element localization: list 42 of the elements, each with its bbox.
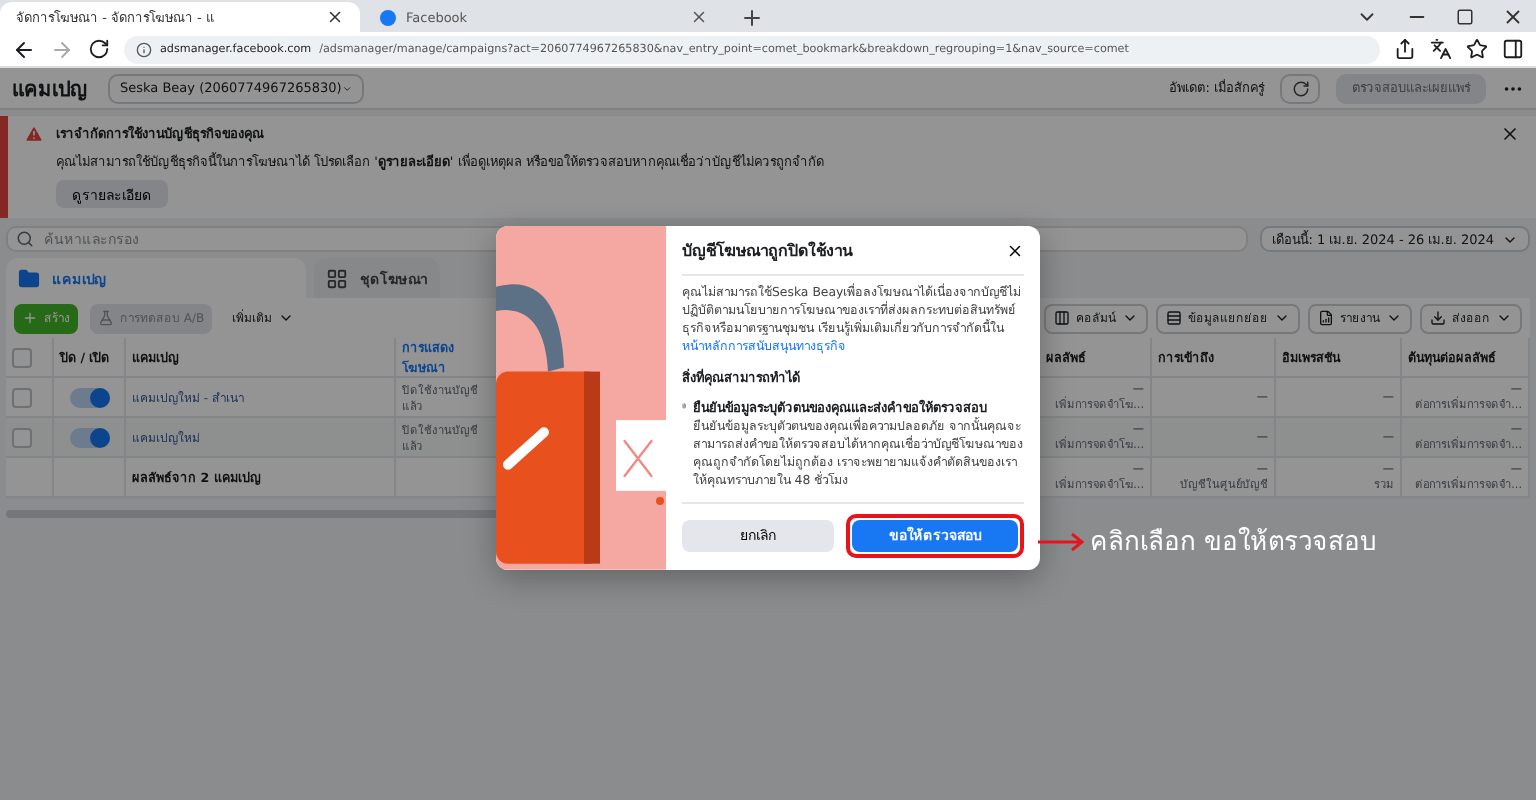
caret-icon — [1122, 310, 1138, 326]
bookmark-star-icon[interactable] — [1466, 38, 1488, 60]
translate-icon[interactable] — [1430, 38, 1452, 60]
refresh-button[interactable] — [1280, 73, 1320, 103]
reports-icon — [1318, 310, 1334, 326]
caret-icon — [1496, 310, 1512, 326]
new-tab-icon[interactable] — [740, 5, 764, 29]
create-icon — [22, 310, 38, 326]
close-icon[interactable] — [1502, 6, 1524, 28]
columns-icon — [1054, 310, 1070, 326]
select-all-checkbox[interactable] — [12, 347, 32, 367]
row-checkbox[interactable] — [12, 387, 32, 407]
site-info-icon[interactable] — [136, 41, 152, 57]
side-panel-icon[interactable] — [1502, 38, 1524, 60]
close-icon[interactable] — [326, 8, 344, 26]
grid-icon — [326, 267, 348, 289]
toggle-switch[interactable] — [69, 387, 109, 407]
close-icon[interactable] — [690, 8, 708, 26]
toggle-switch[interactable] — [69, 427, 109, 447]
export-icon — [1430, 310, 1446, 326]
caret-icon — [278, 310, 295, 326]
maximize-icon[interactable] — [1456, 8, 1474, 26]
folder-icon — [18, 267, 40, 289]
search-icon — [16, 230, 34, 248]
pointer-arrow — [1038, 531, 1086, 551]
back-icon[interactable] — [12, 37, 36, 61]
row-checkbox[interactable] — [12, 427, 32, 447]
refresh-icon — [1291, 79, 1309, 97]
dialog-title: บัญชีโฆษณาถูกปิดใช้งาน — [682, 239, 852, 264]
caret-icon — [1274, 310, 1290, 326]
close-button[interactable] — [1006, 242, 1024, 260]
caret-icon — [1386, 310, 1402, 326]
test-icon — [98, 310, 114, 326]
breakdown-icon — [1166, 310, 1182, 326]
share-icon[interactable] — [1394, 38, 1416, 60]
close-icon — [1006, 242, 1024, 260]
warning-icon — [24, 124, 44, 144]
annotation-text: คลิกเลือก ขอให้ตรวจสอบ — [1090, 525, 1377, 562]
facebook-logo-icon — [380, 9, 396, 25]
reload-icon[interactable] — [88, 38, 110, 60]
page-title: แคมเปญ — [12, 77, 88, 103]
close-icon[interactable] — [1500, 124, 1520, 144]
